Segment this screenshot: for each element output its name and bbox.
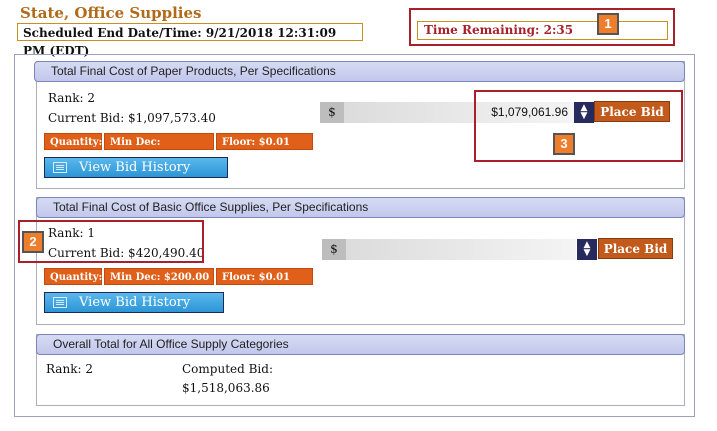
marker-1: 1 [597, 13, 619, 35]
min-dec-tag: Min Dec: $200.00 [104, 268, 214, 285]
lot-current-bid: Current Bid: $1,097,573.40 [48, 111, 216, 125]
view-bid-history-button[interactable]: View Bid History [44, 292, 224, 313]
floor-tag: Floor: $0.01 [216, 133, 313, 150]
view-bid-history-button[interactable]: View Bid History [44, 157, 228, 178]
bid-highlight [474, 90, 683, 162]
quantity-tag: Quantity: [44, 268, 102, 285]
min-dec-tag: Min Dec: $1000.00 [104, 133, 214, 165]
currency-symbol: $ [322, 239, 346, 260]
lot-rank: Rank: 2 [48, 91, 95, 105]
list-icon [53, 162, 67, 173]
time-remaining-value: 2:35 [543, 23, 574, 37]
page-title: State, Office Supplies [20, 4, 202, 22]
view-bid-history-label: View Bid History [79, 295, 191, 310]
quantity-tag: Quantity: [44, 133, 102, 150]
bid-amount-input[interactable] [346, 239, 576, 260]
rank-highlight [18, 220, 204, 263]
view-bid-history-label: View Bid History [79, 160, 191, 175]
overall-header: Overall Total for All Office Supply Cate… [36, 334, 685, 355]
time-remaining-label: Time Remaining: [424, 23, 540, 37]
time-remaining: Time Remaining: 2:35 [417, 21, 668, 40]
place-bid-button[interactable]: Place Bid [598, 238, 673, 259]
scheduled-end-time: Scheduled End Date/Time: 9/21/2018 12:31… [17, 23, 363, 58]
marker-2: 2 [22, 231, 44, 253]
lot-header: Total Final Cost of Paper Products, Per … [34, 61, 685, 82]
currency-symbol: $ [320, 102, 344, 123]
computed-bid-value: $1,518,063.86 [182, 381, 270, 395]
overall-rank: Rank: 2 [46, 362, 93, 376]
chevron-up-down-icon[interactable]: ▲ ▼ [577, 239, 597, 260]
floor-tag: Floor: $0.01 [216, 268, 313, 285]
lot-header: Total Final Cost of Basic Office Supplie… [36, 197, 685, 218]
list-icon [53, 297, 67, 308]
marker-3: 3 [553, 133, 575, 155]
computed-bid-label: Computed Bid: [182, 362, 273, 376]
